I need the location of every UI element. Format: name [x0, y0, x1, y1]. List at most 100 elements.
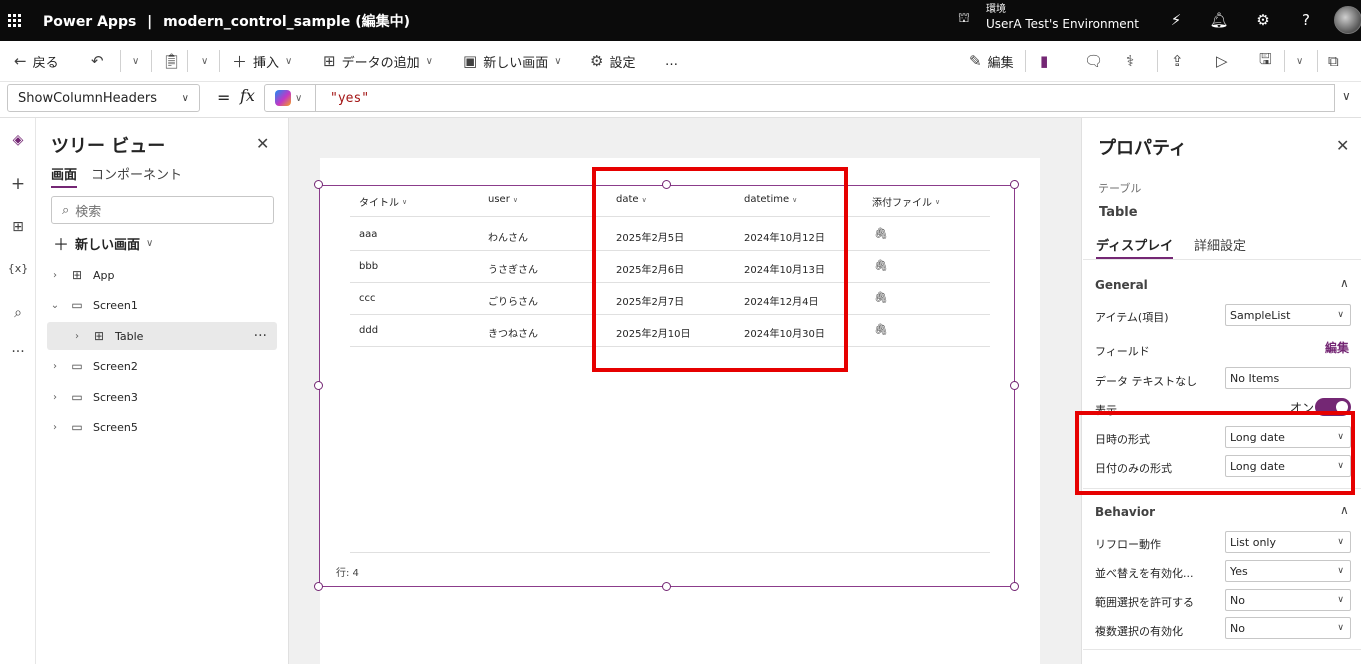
app-checker-button[interactable]: ⚕: [1126, 41, 1140, 81]
expand-formula-icon[interactable]: ∨: [1342, 89, 1351, 103]
chevron-up-icon[interactable]: ∧: [1340, 276, 1349, 290]
tree-item-app[interactable]: › ⊞ App: [47, 261, 277, 289]
comments-button[interactable]: 🗨︎: [1084, 41, 1109, 81]
insert-plus-icon[interactable]: +: [0, 174, 36, 194]
user-avatar[interactable]: [1334, 6, 1361, 34]
no-data-text-input[interactable]: [1225, 367, 1351, 389]
chevron-up-icon[interactable]: ∧: [1340, 503, 1349, 517]
chevron-down-icon[interactable]: ⌄: [47, 300, 63, 311]
save-button[interactable]: 🖫︎: [1259, 41, 1278, 81]
table-cell[interactable]: わんさん: [488, 229, 528, 244]
insert-button[interactable]: ＋ 挿入 ∨: [232, 41, 292, 81]
paste-dropdown[interactable]: ∨: [195, 41, 208, 81]
copilot-lightning-icon[interactable]: ⚡: [1166, 10, 1186, 30]
resize-handle[interactable]: [314, 180, 323, 189]
control-name: Table: [1099, 205, 1138, 220]
help-icon[interactable]: ?: [1296, 10, 1316, 30]
new-screen-button[interactable]: ▣ 新しい画面 ∨: [463, 41, 562, 81]
column-header-user[interactable]: user ∨: [488, 194, 518, 205]
data-table-icon[interactable]: ⊞: [0, 219, 36, 235]
sort-select[interactable]: Yes ∨: [1225, 560, 1351, 582]
chevron-down-icon: ∨: [554, 55, 562, 67]
close-icon[interactable]: ✕: [1336, 136, 1349, 155]
table-cell[interactable]: ddd: [359, 325, 378, 336]
paperclip-icon[interactable]: 🖇︎: [874, 227, 888, 240]
add-data-button[interactable]: ⊞ データの追加 ∨: [323, 41, 433, 81]
copilot-button[interactable]: ∨: [264, 84, 316, 112]
resize-handle[interactable]: [314, 582, 323, 591]
tree-item-screen3[interactable]: › ▭ Screen3: [47, 383, 277, 411]
reflow-select[interactable]: List only ∨: [1225, 531, 1351, 553]
back-button[interactable]: ← 戻る: [14, 41, 59, 81]
book-icon: ▮: [1040, 52, 1049, 70]
table-cell[interactable]: bbb: [359, 261, 378, 272]
chevron-down-icon: ∨: [1337, 566, 1344, 576]
notifications-icon[interactable]: 🔔︎: [1209, 10, 1229, 30]
column-header-title[interactable]: タイトル ∨: [359, 194, 407, 210]
multi-select-select[interactable]: No ∨: [1225, 617, 1351, 639]
resize-handle[interactable]: [662, 582, 671, 591]
paperclip-icon[interactable]: 🖇︎: [874, 323, 888, 336]
resize-handle[interactable]: [1010, 180, 1019, 189]
tree-item-screen2[interactable]: › ▭ Screen2: [47, 352, 277, 380]
chevron-right-icon[interactable]: ›: [47, 270, 63, 281]
share-button[interactable]: ⇪: [1171, 41, 1190, 81]
fields-edit-link[interactable]: 編集: [1325, 339, 1349, 356]
save-dropdown[interactable]: ∨: [1290, 41, 1303, 81]
formula-input[interactable]: "yes": [316, 84, 1335, 112]
tree-item-label: Screen2: [93, 359, 138, 373]
paste-button[interactable]: 📋︎: [162, 41, 187, 81]
settings-gear-icon[interactable]: ⚙: [1253, 10, 1273, 30]
tree-item-screen5[interactable]: › ▭ Screen5: [47, 413, 277, 441]
tree-search-input[interactable]: ⌕ 検索: [51, 196, 274, 224]
tab-screens[interactable]: 画面: [51, 164, 78, 188]
publish-button[interactable]: ⧉: [1328, 41, 1345, 81]
tab-display[interactable]: ディスプレイ: [1096, 235, 1174, 259]
environment-picker[interactable]: ⛫ 環境 UserA Test's Environment: [958, 4, 1139, 32]
tree-view-layers-icon[interactable]: ◈: [0, 132, 36, 148]
edit-button[interactable]: ✎ 編集: [969, 41, 1014, 81]
tree-item-label: App: [93, 268, 115, 282]
resize-handle[interactable]: [314, 381, 323, 390]
more-options-icon[interactable]: ···: [254, 328, 267, 344]
tree-item-screen1[interactable]: ⌄ ▭ Screen1: [47, 291, 277, 319]
view-mode-button[interactable]: ▮: [1040, 41, 1054, 81]
range-select-select[interactable]: No ∨: [1225, 589, 1351, 611]
section-general[interactable]: General: [1095, 278, 1148, 292]
chevron-right-icon[interactable]: ›: [47, 422, 63, 433]
table-cell[interactable]: うさぎさん: [488, 261, 538, 276]
more-commands-button[interactable]: …: [665, 41, 678, 81]
tab-components[interactable]: コンポーネント: [91, 164, 182, 183]
search-placeholder: 検索: [75, 204, 102, 220]
preview-button[interactable]: ▷: [1216, 41, 1234, 81]
resize-handle[interactable]: [1010, 582, 1019, 591]
column-header-attachments[interactable]: 添付ファイル ∨: [872, 194, 940, 210]
undo-dropdown[interactable]: ∨: [126, 41, 139, 81]
tree-item-table[interactable]: › ⊞ Table ···: [47, 322, 277, 350]
items-label: アイテム(項目): [1095, 311, 1169, 324]
search-icon[interactable]: ⌕: [0, 305, 36, 321]
table-cell[interactable]: ごりらさん: [488, 293, 538, 308]
resize-handle[interactable]: [1010, 381, 1019, 390]
chevron-right-icon[interactable]: ›: [47, 392, 63, 403]
section-behavior[interactable]: Behavior: [1095, 505, 1155, 519]
paperclip-icon[interactable]: 🖇︎: [874, 291, 888, 304]
table-cell[interactable]: きつねさん: [488, 325, 538, 340]
undo-button[interactable]: ↶: [91, 41, 110, 81]
variables-icon[interactable]: {x}: [0, 262, 36, 275]
table-cell[interactable]: aaa: [359, 229, 377, 240]
app-launcher-icon[interactable]: [1, 0, 27, 41]
paperclip-icon[interactable]: 🖇︎: [874, 259, 888, 272]
chevron-right-icon[interactable]: ›: [69, 331, 85, 342]
property-selector[interactable]: ShowColumnHeaders ∨: [7, 84, 200, 112]
more-icon[interactable]: ···: [0, 344, 36, 360]
close-icon[interactable]: ✕: [256, 134, 269, 153]
left-rail: ◈ + ⊞ {x} ⌕ ···: [0, 118, 36, 664]
tab-advanced[interactable]: 詳細設定: [1194, 235, 1246, 254]
items-select[interactable]: SampleList ∨: [1225, 304, 1351, 326]
settings-button[interactable]: ⚙ 設定: [590, 41, 635, 81]
chevron-right-icon[interactable]: ›: [47, 361, 63, 372]
new-screen-button[interactable]: ＋ 新しい画面 ∨: [53, 231, 153, 255]
divider: [1025, 50, 1026, 72]
table-cell[interactable]: ccc: [359, 293, 376, 304]
